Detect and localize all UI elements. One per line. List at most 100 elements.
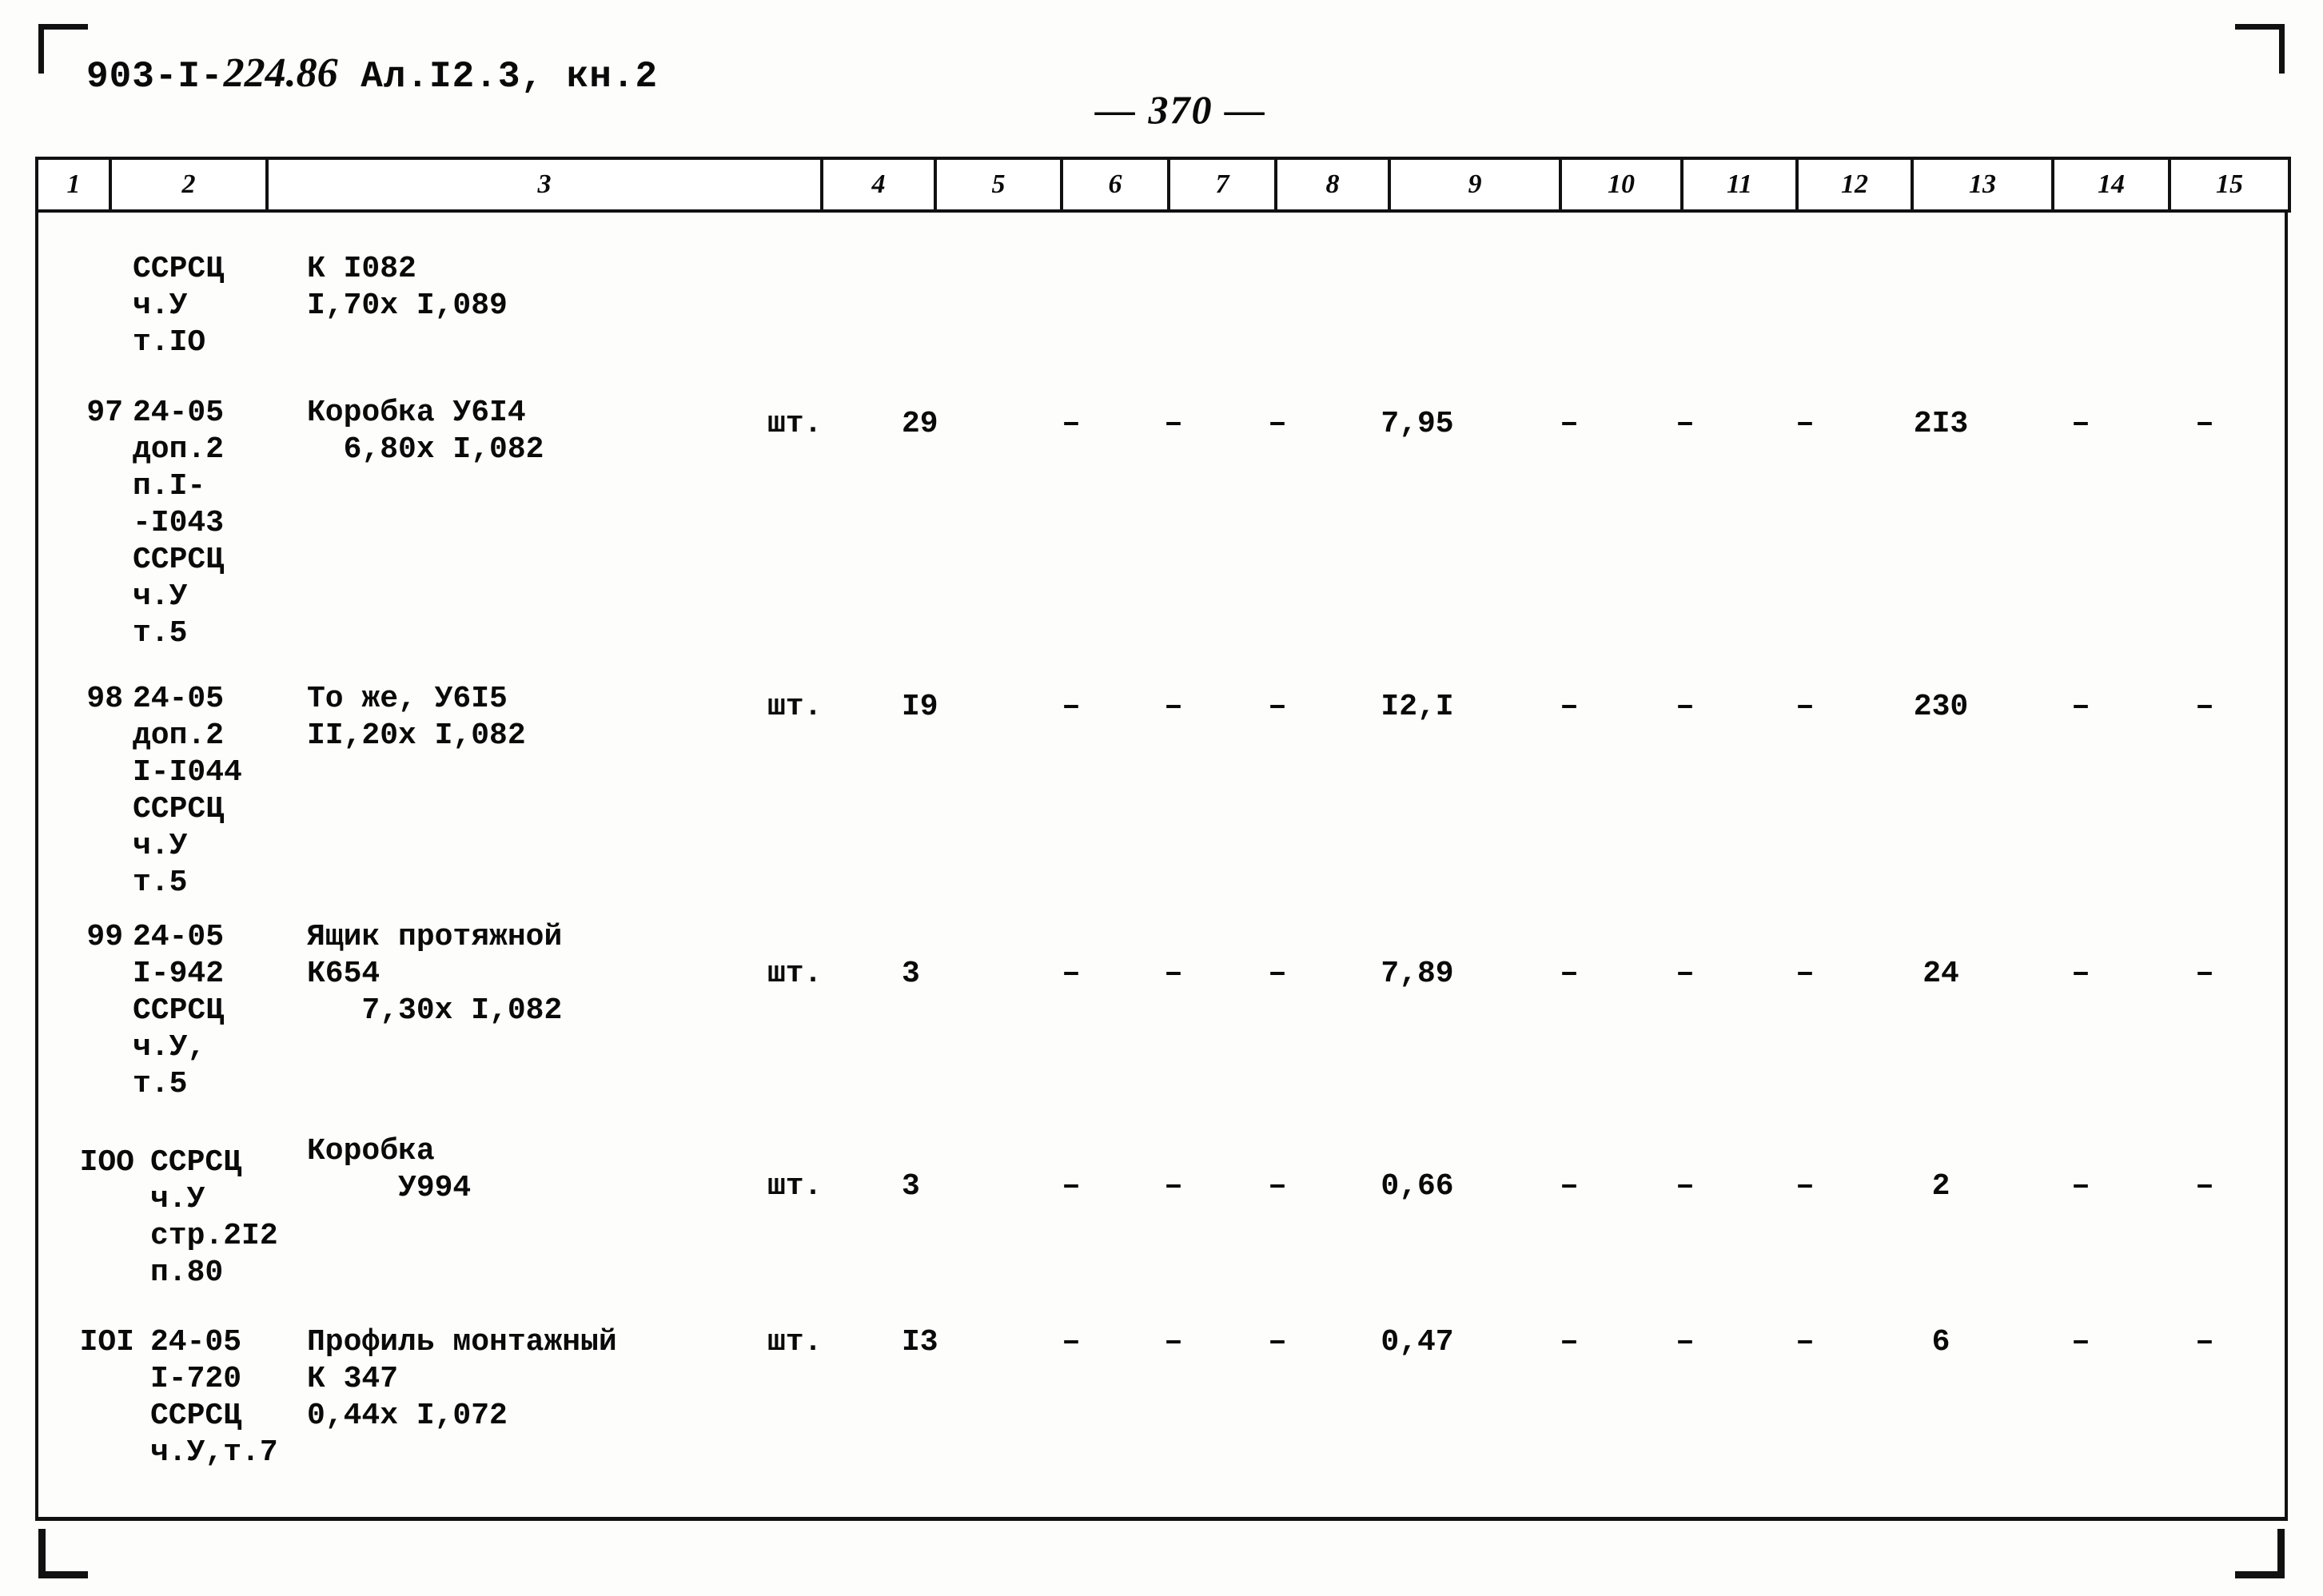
document-page: 903-I-224.86 Ал.I2.3, кн.2 — 370 — 1 2 3… — [0, 0, 2323, 1596]
row-cell-col11: – — [1675, 1168, 1695, 1204]
column-header-13: 13 — [1911, 157, 2054, 213]
column-header-2: 2 — [109, 157, 269, 213]
row-cell-col12: – — [1795, 406, 1815, 442]
row-cell-col8: – — [1267, 406, 1287, 442]
row-cell-col14: – — [2070, 406, 2090, 442]
column-header-3: 3 — [265, 157, 823, 213]
row-cell-col4: шт. — [767, 1169, 823, 1204]
row-cell-col14: – — [2070, 1324, 2090, 1360]
row-cell-number: 98 — [86, 682, 123, 716]
row-cell-col5: 3 — [902, 1169, 920, 1204]
document-code-prefix: 903-I- — [86, 56, 224, 98]
row-cell-col3: К I082 I,70х I,089 — [307, 252, 508, 323]
row-cell-col4: шт. — [767, 407, 823, 441]
row-cell-col13: 230 — [1913, 690, 1969, 724]
row-cell-col5: I3 — [902, 1325, 938, 1359]
row-cell-col7: – — [1163, 956, 1183, 992]
row-cell-col15: – — [2194, 406, 2214, 442]
row-cell-col2: 24-05 I-942 ССРСЦ ч.У, т.5 — [133, 920, 225, 1101]
row-cell-col5: 3 — [902, 957, 920, 991]
row-cell-col6: – — [1061, 956, 1081, 992]
row-cell-col2: 24-05 доп.2 I-I044 ССРСЦ ч.У т.5 — [133, 682, 242, 900]
row-cell-col11: – — [1675, 1324, 1695, 1360]
row-cell-col15: – — [2194, 1324, 2214, 1360]
row-cell-col8: – — [1267, 1324, 1287, 1360]
row-cell-col7: – — [1163, 689, 1183, 725]
document-code-suffix: Ал.I2.3, кн.2 — [337, 56, 659, 98]
row-cell-col4: шт. — [767, 1325, 823, 1359]
row-cell-col14: – — [2070, 689, 2090, 725]
row-cell-col9: 0,66 — [1381, 1169, 1454, 1204]
row-cell-col2: 24-05 I-720 ССРСЦ ч.У,т.7 — [150, 1325, 278, 1470]
column-header-12: 12 — [1795, 157, 1914, 213]
row-cell-col14: – — [2070, 956, 2090, 992]
row-cell-col12: – — [1795, 956, 1815, 992]
row-cell-col10: – — [1559, 689, 1579, 725]
column-header-9: 9 — [1388, 157, 1562, 213]
row-cell-col10: – — [1559, 1168, 1579, 1204]
column-number-table: 1 2 3 4 5 6 7 8 9 10 11 12 13 14 15 — [35, 157, 2291, 213]
row-cell-col15: – — [2194, 1168, 2214, 1204]
row-cell-col10: – — [1559, 956, 1579, 992]
row-cell-col6: – — [1061, 689, 1081, 725]
column-header-7: 7 — [1167, 157, 1277, 213]
row-cell-col9: I2,I — [1381, 690, 1454, 724]
row-cell-col8: – — [1267, 689, 1287, 725]
row-cell-col15: – — [2194, 956, 2214, 992]
row-cell-col13: 6 — [1931, 1325, 1950, 1359]
column-header-5: 5 — [934, 157, 1063, 213]
row-cell-col2: ССРСЦ ч.У т.IO — [133, 252, 225, 360]
row-cell-col2: ССРСЦ ч.У стр.2I2 п.80 — [150, 1145, 278, 1290]
document-code: 903-I-224.86 Ал.I2.3, кн.2 — [86, 50, 658, 98]
row-cell-col9: 0,47 — [1381, 1325, 1454, 1359]
column-header-1: 1 — [35, 157, 112, 213]
crop-mark-top-right — [2235, 24, 2285, 74]
row-cell-col3: Профиль монтажный К 347 0,44х I,072 — [307, 1325, 617, 1433]
row-cell-col4: шт. — [767, 690, 823, 724]
column-header-15: 15 — [2168, 157, 2291, 213]
row-cell-col8: – — [1267, 1168, 1287, 1204]
row-cell-col11: – — [1675, 689, 1695, 725]
row-cell-col10: – — [1559, 406, 1579, 442]
row-cell-col12: – — [1795, 689, 1815, 725]
column-header-8: 8 — [1274, 157, 1391, 213]
table-bottom-rule — [35, 1517, 2288, 1521]
row-cell-number: 97 — [86, 396, 123, 430]
row-cell-col13: 2 — [1931, 1169, 1950, 1204]
row-cell-col5: 29 — [902, 407, 938, 441]
row-cell-col12: – — [1795, 1168, 1815, 1204]
table-header-frame: 1 2 3 4 5 6 7 8 9 10 11 12 13 14 15 — [35, 157, 2291, 213]
row-cell-col3: Коробка У994 — [307, 1134, 472, 1205]
row-cell-col8: – — [1267, 956, 1287, 992]
crop-mark-bottom-left — [38, 1529, 88, 1578]
crop-mark-bottom-right — [2235, 1529, 2285, 1578]
row-cell-col12: – — [1795, 1324, 1815, 1360]
row-cell-col6: – — [1061, 1324, 1081, 1360]
column-header-10: 10 — [1559, 157, 1683, 213]
column-header-11: 11 — [1680, 157, 1799, 213]
row-cell-number: 99 — [86, 920, 123, 954]
row-cell-number: IOO — [79, 1145, 134, 1180]
row-cell-col3: То же, У6I5 II,20х I,082 — [307, 682, 526, 753]
row-cell-col9: 7,95 — [1381, 407, 1454, 441]
row-cell-col7: – — [1163, 1168, 1183, 1204]
column-header-6: 6 — [1060, 157, 1170, 213]
row-cell-col14: – — [2070, 1168, 2090, 1204]
row-cell-col9: 7,89 — [1381, 957, 1454, 991]
row-cell-col2: 24-05 доп.2 п.I- -I043 ССРСЦ ч.У т.5 — [133, 396, 225, 651]
row-cell-col3: Ящик протяжной К654 7,30х I,082 — [307, 920, 563, 1028]
row-cell-col6: – — [1061, 1168, 1081, 1204]
row-cell-col5: I9 — [902, 690, 938, 724]
row-cell-col6: – — [1061, 406, 1081, 442]
column-header-row: 1 2 3 4 5 6 7 8 9 10 11 12 13 14 15 — [35, 157, 2291, 213]
column-header-14: 14 — [2051, 157, 2171, 213]
document-code-handwritten: 224.86 — [223, 50, 338, 96]
row-cell-col10: – — [1559, 1324, 1579, 1360]
table-body-region: ССРСЦ ч.У т.IO К I082 I,70х I,089 97 24-… — [35, 209, 2288, 1520]
row-cell-col15: – — [2194, 689, 2214, 725]
row-cell-col11: – — [1675, 956, 1695, 992]
row-cell-col11: – — [1675, 406, 1695, 442]
row-cell-col7: – — [1163, 1324, 1183, 1360]
column-header-4: 4 — [820, 157, 937, 213]
crop-mark-top-left — [38, 24, 88, 74]
